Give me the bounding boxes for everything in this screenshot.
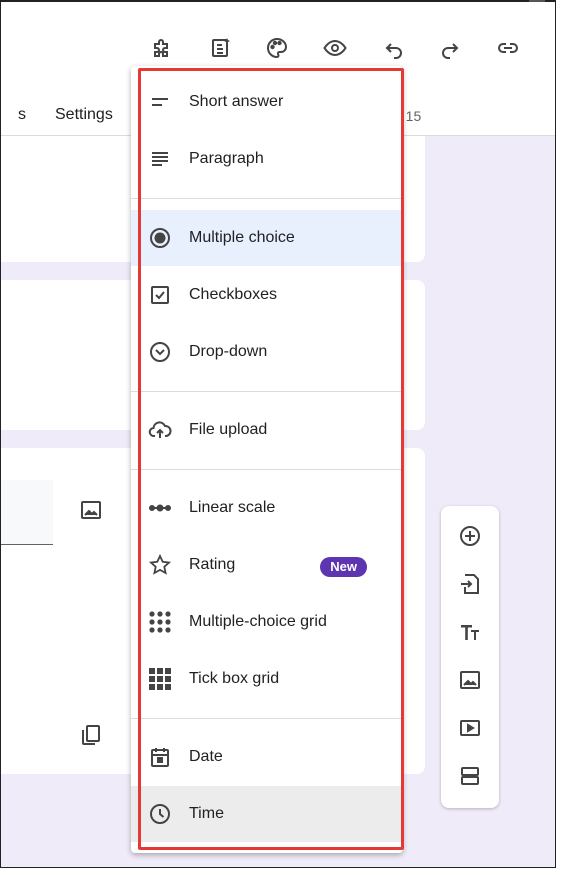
linear-scale-icon (147, 495, 173, 521)
addon-puzzle-icon[interactable] (149, 35, 175, 61)
menu-item-multiple-choice-grid[interactable]: Multiple-choice grid (131, 594, 403, 650)
tab-settings[interactable]: Settings (55, 106, 113, 124)
add-image-icon[interactable] (458, 668, 482, 692)
menu-item-label: Rating (189, 556, 236, 573)
menu-item-file-upload[interactable]: File upload (131, 402, 403, 458)
customize-theme-icon[interactable] (208, 35, 234, 61)
question-input-area[interactable] (1, 480, 53, 544)
menu-item-label: Drop-down (189, 343, 268, 360)
short-answer-icon (147, 89, 173, 115)
menu-item-rating[interactable]: Rating New (131, 537, 403, 593)
menu-item-label: Checkboxes (189, 286, 278, 303)
calendar-icon (147, 744, 173, 770)
menu-item-paragraph[interactable]: Paragraph (131, 131, 403, 187)
menu-divider (131, 391, 403, 392)
add-image-to-question-icon[interactable] (79, 498, 103, 522)
redo-icon[interactable] (437, 35, 463, 61)
question-input-underline (1, 544, 53, 545)
dropdown-circle-icon (147, 339, 173, 365)
star-icon (147, 552, 173, 578)
tab-partial[interactable]: s (18, 106, 26, 124)
menu-item-label: Tick box grid (189, 670, 280, 687)
menu-item-label: Paragraph (189, 150, 264, 167)
menu-item-label: Time (189, 805, 224, 822)
menu-item-checkboxes[interactable]: Checkboxes (131, 267, 403, 323)
add-question-icon[interactable] (458, 524, 482, 548)
menu-item-time[interactable]: Time (131, 786, 403, 842)
menu-item-drop-down[interactable]: Drop-down (131, 324, 403, 380)
add-title-icon[interactable] (458, 620, 482, 644)
link-icon[interactable] (495, 35, 521, 61)
menu-item-label: Date (189, 748, 223, 765)
menu-item-label: Linear scale (189, 499, 276, 516)
app-frame: s Settings ts: 15 Short answer Paragraph… (0, 0, 556, 868)
clock-icon (147, 801, 173, 827)
side-toolbar (441, 506, 499, 808)
checkbox-icon (147, 282, 173, 308)
palette-icon[interactable] (264, 35, 290, 61)
new-badge: New (320, 557, 367, 577)
menu-item-short-answer[interactable]: Short answer (131, 74, 403, 130)
menu-item-tick-box-grid[interactable]: Tick box grid (131, 651, 403, 707)
add-video-icon[interactable] (458, 716, 482, 740)
menu-item-multiple-choice[interactable]: Multiple choice (131, 210, 403, 266)
duplicate-icon[interactable] (79, 723, 103, 747)
paragraph-icon (147, 146, 173, 172)
radio-button-icon (147, 225, 173, 251)
menu-item-label: Multiple choice (189, 229, 295, 246)
cloud-upload-icon (147, 417, 173, 443)
menu-divider (131, 469, 403, 470)
preview-eye-icon[interactable] (322, 35, 348, 61)
add-section-icon[interactable] (458, 764, 482, 788)
import-questions-icon[interactable] (458, 572, 482, 596)
menu-item-linear-scale[interactable]: Linear scale (131, 480, 403, 536)
menu-item-label: File upload (189, 421, 268, 438)
menu-item-date[interactable]: Date (131, 729, 403, 785)
menu-divider (131, 718, 403, 719)
dot-grid-icon (147, 609, 173, 635)
menu-item-label: Short answer (189, 93, 284, 110)
square-grid-icon (147, 666, 173, 692)
undo-icon[interactable] (381, 35, 407, 61)
menu-item-label: Multiple-choice grid (189, 613, 327, 630)
menu-divider (131, 198, 403, 199)
